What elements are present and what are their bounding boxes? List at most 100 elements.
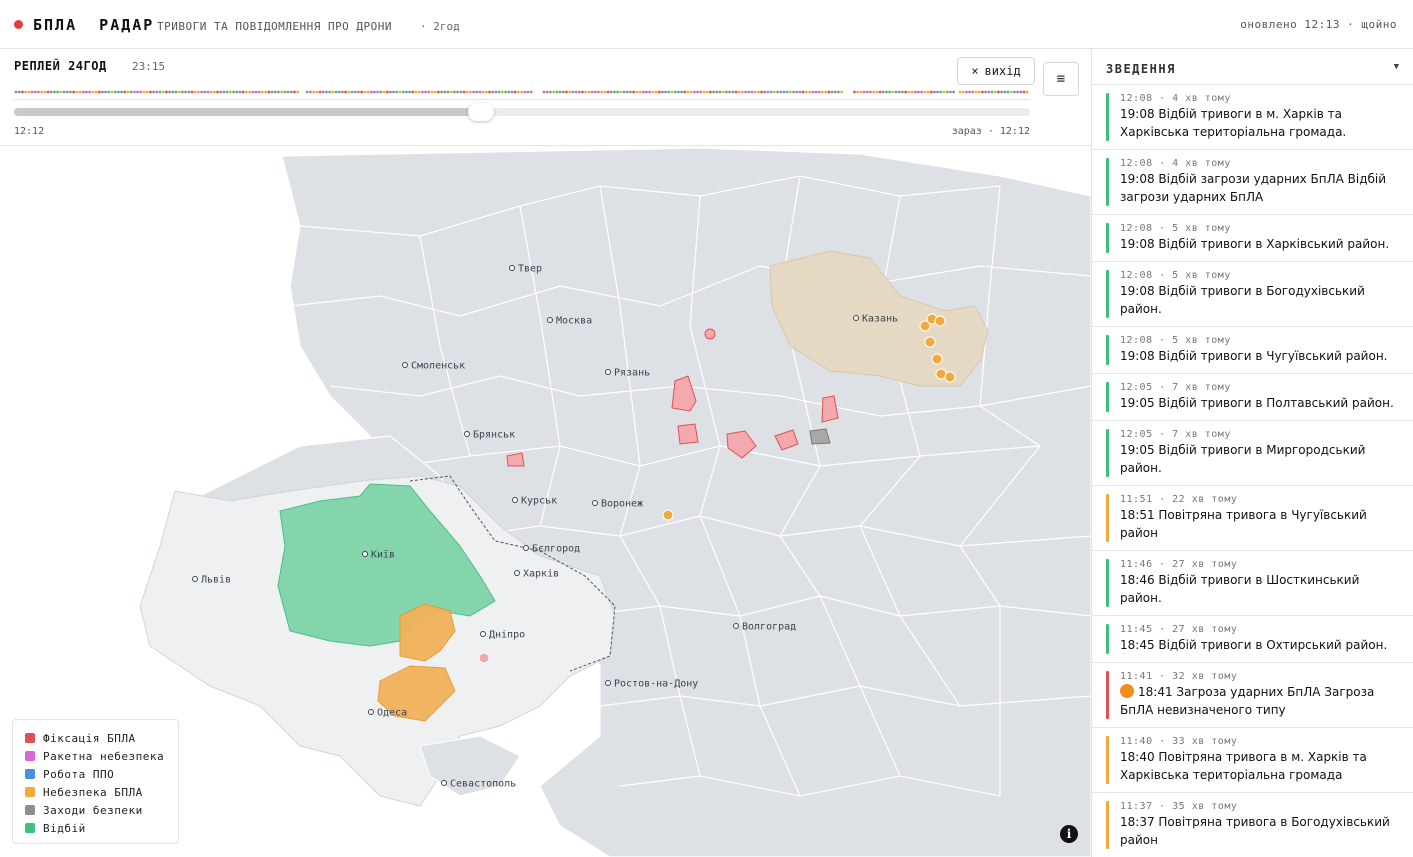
feed-item-meta: 12:08 · 4 хв тому: [1120, 93, 1231, 104]
timeline-event-dot: [241, 90, 245, 94]
feed-item[interactable]: 12:05 · 7 хв тому 19:05 Відбій тривоги в …: [1092, 374, 1413, 421]
timeline-event-dot: [891, 90, 895, 94]
timeline-event-dot: [565, 90, 568, 94]
timeline-event-dot: [235, 90, 239, 94]
timeline-event-dot: [398, 90, 402, 94]
timeline-event-dot: [206, 90, 210, 94]
timeline-event-dot: [30, 90, 34, 94]
timeline-event-dot: [529, 90, 533, 94]
feed-item-text-content: 18:51 Повітряна тривога в Чугуївський ра…: [1120, 508, 1367, 540]
timeline-event-dot: [139, 90, 143, 94]
city-label: Казань: [862, 314, 898, 325]
chevron-down-icon[interactable]: ▼: [1394, 62, 1399, 72]
timeline-event-dot: [561, 90, 565, 94]
timeline-event-dot: [805, 90, 808, 94]
summary-header[interactable]: ЗВЕДЕННЯ ▼: [1092, 49, 1413, 85]
feed-item[interactable]: 11:46 · 27 хв тому 18:46 Відбій тривоги в…: [1092, 551, 1413, 616]
timeline-event-dot: [593, 90, 597, 94]
timeline-event-dot: [875, 90, 879, 94]
timeline-event-dot: [920, 90, 923, 94]
feed-item[interactable]: 12:08 · 4 хв тому 19:08 Відбій тривоги в …: [1092, 85, 1413, 150]
map-legend: Фіксація БПЛА Ракетна небезпека Робота П…: [12, 719, 179, 844]
timeline-event-dot: [174, 90, 178, 94]
timeline-event-dot: [56, 90, 59, 94]
feed-item[interactable]: 12:08 · 5 хв тому 19:08 Відбій тривоги в …: [1092, 215, 1413, 262]
timeline-event-dot: [1009, 90, 1013, 94]
timeline-event-dot: [440, 90, 443, 94]
city-label: Смоленськ: [411, 361, 465, 372]
info-icon[interactable]: i: [1060, 825, 1078, 843]
timeline-event-dot: [155, 90, 159, 94]
timeline-event-dot: [968, 90, 971, 94]
timeline-event-dot: [718, 90, 722, 94]
feed-item[interactable]: 12:08 · 5 хв тому 19:08 Відбій тривоги в …: [1092, 327, 1413, 374]
timeline-event-dot: [232, 90, 236, 94]
city-marker: [441, 780, 447, 786]
timeline-event-dot: [827, 90, 831, 94]
map-zone-security: [809, 428, 831, 445]
timeline-event-dot: [251, 90, 255, 94]
timeline-event-dot: [465, 90, 469, 94]
timeline-event-dot: [606, 90, 610, 94]
timeline-event-dot: [728, 90, 731, 94]
timeline-event-dot: [542, 90, 546, 94]
event-timeline-strip[interactable]: [14, 88, 1030, 96]
timeline-event-dot: [555, 90, 559, 94]
city-marker: [547, 317, 553, 323]
timeline-event-dot: [958, 90, 962, 94]
timeline-event-dot: [133, 90, 136, 94]
timeline-event-dot: [651, 90, 655, 94]
feed-status-bar: [1106, 335, 1109, 365]
timeline-event-dot: [49, 90, 53, 94]
replay-slider-handle[interactable]: [468, 103, 495, 121]
timeline-event-dot: [401, 90, 405, 94]
timeline-event-dot: [702, 90, 706, 94]
timeline-event-dot: [990, 90, 994, 94]
legend-label: Ракетна небезпека: [43, 749, 165, 763]
timeline-event-dot: [673, 90, 677, 94]
feed-item[interactable]: 11:45 · 27 хв тому 18:45 Відбій тривоги в…: [1092, 616, 1413, 663]
menu-button[interactable]: ≡: [1043, 62, 1079, 96]
feed-item-meta: 12:08 · 5 хв тому: [1120, 335, 1231, 346]
timeline-event-dot: [107, 90, 111, 94]
timeline-event-dot: [840, 90, 843, 94]
feed-status-bar: [1106, 736, 1109, 784]
feed-item[interactable]: 11:51 · 22 хв тому 18:51 Повітряна тривог…: [1092, 486, 1413, 551]
timeline-event-dot: [939, 90, 943, 94]
timeline-event-dot: [229, 90, 232, 94]
timeline-event-dot: [936, 90, 939, 94]
feed-item[interactable]: 12:08 · 4 хв тому 19:08 Відбій загрози уд…: [1092, 150, 1413, 215]
feed-item[interactable]: 12:08 · 5 хв тому 19:08 Відбій тривоги в …: [1092, 262, 1413, 327]
feed-item[interactable]: 11:40 · 33 хв тому 18:40 Повітряна тривог…: [1092, 728, 1413, 793]
timeline-event-dot: [136, 90, 139, 94]
feed-status-bar: [1106, 671, 1109, 719]
feed-item[interactable]: 11:37 · 35 хв тому 18:37 Повітряна тривог…: [1092, 793, 1413, 857]
timeline-event-dot: [414, 90, 418, 94]
city-marker: [509, 265, 515, 271]
timeline-event-dot: [97, 90, 101, 94]
city-marker: [523, 545, 529, 551]
time-window[interactable]: · 2год: [420, 20, 460, 33]
timeline-event-dot: [869, 90, 872, 94]
legend-item-all-clear: Відбій: [25, 819, 166, 837]
timeline-event-dot: [859, 90, 863, 94]
timeline-event-dot: [600, 90, 603, 94]
timeline-event-dot: [337, 90, 341, 94]
feed-item-meta: 11:45 · 27 хв тому: [1120, 624, 1238, 635]
map-view[interactable]: Твер Москва Смоленськ Рязань Казань Брянськ Ку…: [0, 146, 1091, 857]
timeline-event-dot: [53, 90, 56, 94]
timeline-event-dot: [785, 90, 789, 94]
feed-item[interactable]: 11:41 · 32 хв тому 18:41 Загроза ударних …: [1092, 663, 1413, 728]
feed-item-text-content: 18:40 Повітряна тривога в м. Харків та Х…: [1120, 750, 1367, 782]
exit-replay-button[interactable]: × вихід: [957, 57, 1035, 85]
timeline-event-dot: [504, 90, 507, 94]
replay-slider[interactable]: [14, 103, 1030, 121]
timeline-event-dot: [341, 90, 344, 94]
timeline-event-dot: [709, 90, 712, 94]
city-label: Курськ: [521, 496, 557, 507]
timeline-event-dot: [689, 90, 693, 94]
timeline-event-dot: [526, 90, 530, 94]
timeline-event-dot: [862, 90, 866, 94]
timeline-event-dot: [280, 90, 283, 94]
feed-item[interactable]: 12:05 · 7 хв тому 19:05 Відбій тривоги в …: [1092, 421, 1413, 486]
